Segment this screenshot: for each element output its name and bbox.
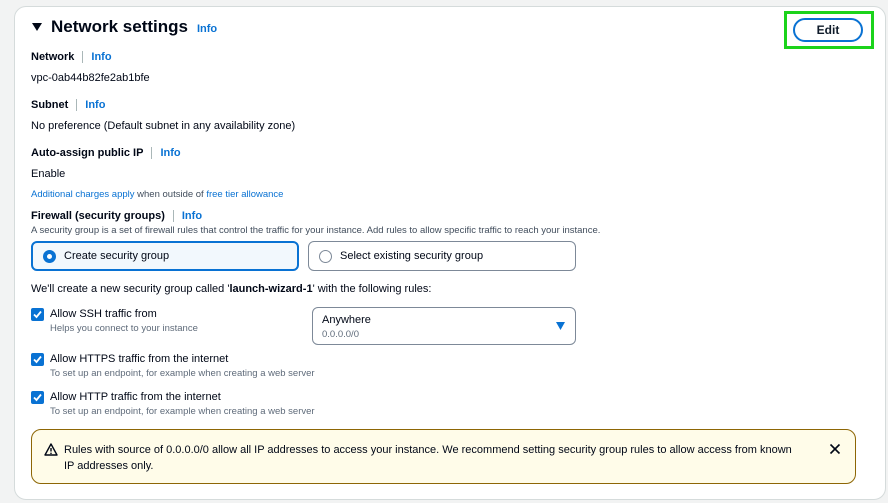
- http-checkbox[interactable]: [31, 391, 44, 404]
- network-label-row: Network Info: [31, 51, 112, 63]
- network-info-link[interactable]: Info: [91, 51, 111, 63]
- http-rule-label: Allow HTTP traffic from the internet: [50, 391, 221, 403]
- radio-unselected[interactable]: [319, 249, 332, 263]
- section-header: Network settings Info: [31, 17, 217, 37]
- divider: [151, 147, 153, 159]
- auto-assign-label: Auto-assign public IP: [31, 147, 144, 159]
- firewall-label-row: Firewall (security groups) Info: [31, 210, 202, 222]
- firewall-info-link[interactable]: Info: [182, 210, 202, 222]
- https-rule-label: Allow HTTPS traffic from the internet: [50, 353, 229, 365]
- subnet-value: No preference (Default subnet in any ava…: [31, 120, 296, 132]
- section-info-link[interactable]: Info: [197, 23, 217, 35]
- network-value: vpc-0ab44b82fe2ab1bfe: [31, 72, 150, 84]
- radio-selected[interactable]: [43, 249, 56, 263]
- network-settings-panel: Network settings Info Edit Network Info …: [14, 6, 886, 500]
- checkmark-icon: [33, 310, 42, 319]
- http-rule-desc: To set up an endpoint, for example when …: [50, 406, 315, 417]
- divider: [76, 99, 78, 111]
- select-existing-security-group-option[interactable]: Select existing security group: [308, 241, 576, 271]
- rules-intro-suffix: ' with the following rules:: [312, 283, 432, 295]
- create-security-group-option[interactable]: Create security group: [31, 241, 299, 271]
- section-title: Network settings: [51, 17, 188, 36]
- subnet-label: Subnet: [31, 99, 69, 111]
- warning-alert: Rules with source of 0.0.0.0/0 allow all…: [31, 429, 856, 484]
- auto-assign-value: Enable: [31, 168, 66, 180]
- free-tier-link[interactable]: free tier allowance: [206, 189, 283, 200]
- ssh-source-select[interactable]: Anywhere 0.0.0.0/0: [312, 307, 576, 345]
- https-checkbox[interactable]: [31, 353, 44, 366]
- create-security-group-label: Create security group: [64, 250, 170, 262]
- divider: [172, 210, 174, 222]
- ssh-source-value: Anywhere: [322, 314, 371, 326]
- checkmark-icon: [33, 355, 42, 364]
- auto-assign-info-link[interactable]: Info: [160, 147, 180, 159]
- dropdown-triangle-icon: [556, 322, 565, 330]
- edit-button[interactable]: Edit: [793, 18, 863, 42]
- rules-intro-prefix: We'll create a new security group called…: [31, 283, 230, 295]
- ssh-rule-label: Allow SSH traffic from: [50, 308, 157, 320]
- select-existing-security-group-label: Select existing security group: [340, 250, 484, 262]
- warning-message: Rules with source of 0.0.0.0/0 allow all…: [64, 444, 792, 472]
- ssh-source-cidr: 0.0.0.0/0: [322, 329, 359, 340]
- charges-note: Additional charges apply when outside of…: [31, 189, 283, 200]
- additional-charges-link[interactable]: Additional charges apply: [31, 189, 135, 200]
- firewall-description: A security group is a set of firewall ru…: [31, 225, 601, 236]
- close-icon[interactable]: [829, 443, 841, 455]
- charges-note-text: when outside of: [134, 189, 207, 200]
- subnet-label-row: Subnet Info: [31, 99, 105, 111]
- auto-assign-label-row: Auto-assign public IP Info: [31, 147, 181, 159]
- caret-down-filled-icon[interactable]: [31, 21, 43, 33]
- network-label: Network: [31, 51, 75, 63]
- security-group-name: launch-wizard-1: [229, 283, 313, 295]
- firewall-label: Firewall (security groups): [31, 210, 165, 222]
- subnet-info-link[interactable]: Info: [85, 99, 105, 111]
- divider: [82, 51, 84, 63]
- rules-intro: We'll create a new security group called…: [31, 283, 431, 295]
- ssh-checkbox[interactable]: [31, 308, 44, 321]
- edit-button-highlight: Edit: [784, 11, 874, 49]
- ssh-rule-desc: Helps you connect to your instance: [50, 323, 198, 334]
- warning-icon: [44, 443, 58, 456]
- checkmark-icon: [33, 393, 42, 402]
- https-rule-desc: To set up an endpoint, for example when …: [50, 368, 315, 379]
